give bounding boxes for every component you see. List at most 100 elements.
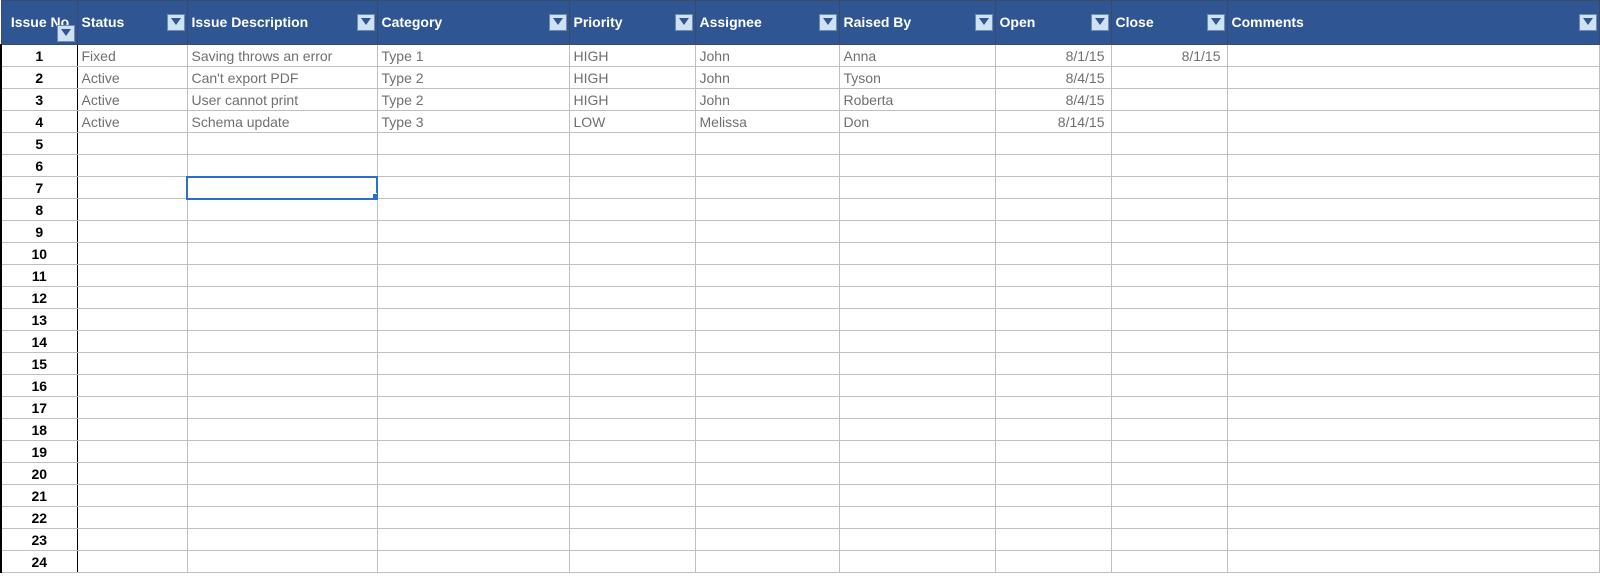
cell-status[interactable] [77,265,187,287]
cell-desc[interactable] [187,309,377,331]
cell-issue_no[interactable]: 2 [1,67,77,89]
cell-category[interactable] [377,199,569,221]
cell-priority[interactable] [569,463,695,485]
cell-assignee[interactable] [695,243,839,265]
cell-desc[interactable]: Saving throws an error [187,45,377,67]
cell-open[interactable] [995,463,1111,485]
cell-priority[interactable] [569,441,695,463]
cell-status[interactable]: Active [77,111,187,133]
cell-raised[interactable] [839,133,995,155]
cell-raised[interactable] [839,485,995,507]
cell-assignee[interactable] [695,265,839,287]
cell-raised[interactable] [839,287,995,309]
cell-raised[interactable] [839,177,995,199]
cell-category[interactable] [377,507,569,529]
cell-status[interactable] [77,353,187,375]
cell-close[interactable] [1111,551,1227,573]
cell-raised[interactable]: Tyson [839,67,995,89]
filter-dropdown-icon[interactable] [1207,14,1225,31]
cell-status[interactable] [77,529,187,551]
cell-issue_no[interactable]: 23 [1,529,77,551]
cell-issue_no[interactable]: 1 [1,45,77,67]
cell-status[interactable] [77,485,187,507]
cell-priority[interactable] [569,485,695,507]
cell-assignee[interactable] [695,287,839,309]
cell-category[interactable] [377,287,569,309]
cell-desc[interactable] [187,265,377,287]
cell-assignee[interactable]: John [695,45,839,67]
cell-category[interactable] [377,551,569,573]
cell-desc[interactable] [187,375,377,397]
cell-raised[interactable] [839,243,995,265]
cell-desc[interactable]: Schema update [187,111,377,133]
cell-raised[interactable] [839,155,995,177]
cell-status[interactable]: Fixed [77,45,187,67]
cell-raised[interactable] [839,353,995,375]
cell-raised[interactable] [839,463,995,485]
cell-status[interactable] [77,243,187,265]
cell-issue_no[interactable]: 15 [1,353,77,375]
cell-category[interactable]: Type 1 [377,45,569,67]
cell-raised[interactable] [839,221,995,243]
cell-category[interactable] [377,331,569,353]
cell-priority[interactable] [569,529,695,551]
cell-desc[interactable] [187,243,377,265]
cell-desc[interactable] [187,419,377,441]
cell-raised[interactable] [839,375,995,397]
cell-issue_no[interactable]: 6 [1,155,77,177]
cell-priority[interactable] [569,397,695,419]
cell-comments[interactable] [1227,177,1600,199]
cell-comments[interactable] [1227,375,1600,397]
cell-status[interactable] [77,507,187,529]
cell-status[interactable] [77,177,187,199]
cell-status[interactable] [77,419,187,441]
cell-open[interactable] [995,133,1111,155]
cell-desc[interactable]: User cannot print [187,89,377,111]
cell-issue_no[interactable]: 4 [1,111,77,133]
cell-category[interactable] [377,265,569,287]
cell-category[interactable] [377,441,569,463]
cell-open[interactable] [995,529,1111,551]
cell-open[interactable] [995,265,1111,287]
cell-comments[interactable] [1227,507,1600,529]
cell-category[interactable] [377,221,569,243]
cell-status[interactable] [77,155,187,177]
cell-status[interactable] [77,331,187,353]
cell-priority[interactable] [569,375,695,397]
cell-raised[interactable] [839,199,995,221]
cell-raised[interactable] [839,441,995,463]
cell-raised[interactable] [839,529,995,551]
cell-assignee[interactable] [695,199,839,221]
cell-category[interactable] [377,133,569,155]
cell-category[interactable] [377,155,569,177]
cell-priority[interactable] [569,309,695,331]
cell-desc[interactable] [187,199,377,221]
cell-desc[interactable] [187,397,377,419]
cell-open[interactable] [995,353,1111,375]
cell-desc[interactable] [187,441,377,463]
cell-assignee[interactable] [695,133,839,155]
cell-open[interactable] [995,551,1111,573]
cell-issue_no[interactable]: 5 [1,133,77,155]
cell-comments[interactable] [1227,221,1600,243]
cell-desc[interactable] [187,485,377,507]
cell-open[interactable] [995,177,1111,199]
cell-close[interactable] [1111,89,1227,111]
cell-status[interactable]: Active [77,67,187,89]
cell-raised[interactable] [839,397,995,419]
cell-comments[interactable] [1227,485,1600,507]
cell-issue_no[interactable]: 3 [1,89,77,111]
cell-open[interactable] [995,507,1111,529]
cell-priority[interactable]: LOW [569,111,695,133]
cell-raised[interactable]: Don [839,111,995,133]
cell-comments[interactable] [1227,353,1600,375]
cell-priority[interactable] [569,177,695,199]
cell-priority[interactable] [569,551,695,573]
cell-comments[interactable] [1227,133,1600,155]
cell-assignee[interactable] [695,463,839,485]
cell-issue_no[interactable]: 11 [1,265,77,287]
cell-close[interactable] [1111,529,1227,551]
cell-status[interactable] [77,441,187,463]
cell-assignee[interactable] [695,155,839,177]
cell-assignee[interactable]: John [695,67,839,89]
